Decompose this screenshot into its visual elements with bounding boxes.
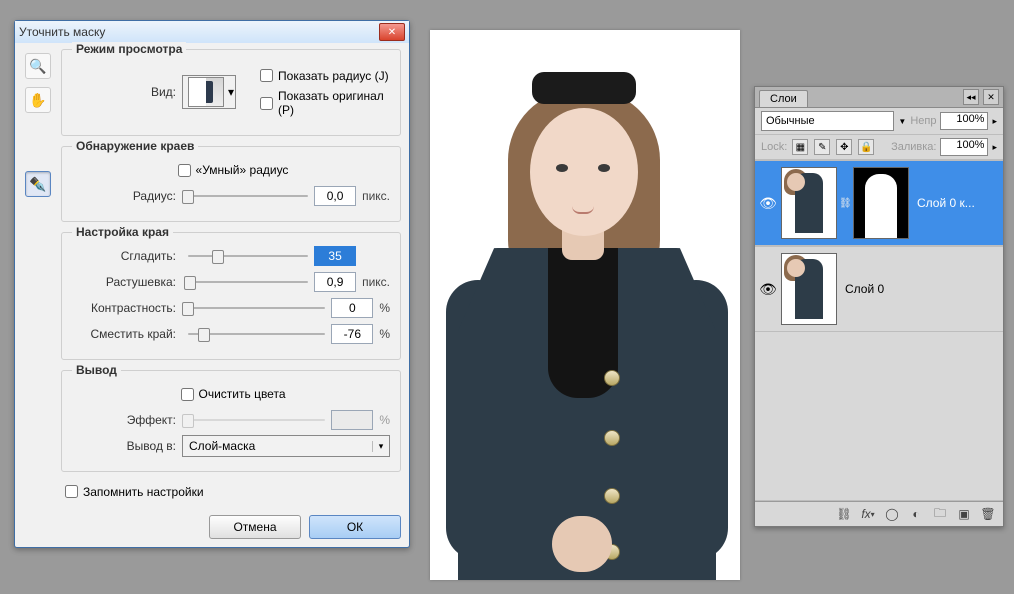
layer-fx-icon[interactable]: fx▾ [859, 506, 877, 522]
dialog-title: Уточнить маску [19, 25, 377, 39]
output-section: Вывод Очистить цвета Эффект: % Вывод в: … [61, 370, 401, 472]
decontaminate-checkbox[interactable] [181, 388, 194, 401]
lock-all-icon[interactable]: 🔒 [858, 139, 874, 155]
radius-slider[interactable] [188, 195, 308, 197]
blend-mode-combo[interactable]: Обычные [761, 111, 894, 131]
output-to-combo[interactable]: Слой-маска ▾ [182, 435, 390, 457]
layer-mask-thumbnail[interactable] [853, 167, 909, 239]
panel-collapse-icon[interactable]: ◂◂ [963, 89, 979, 105]
output-to-label: Вывод в: [72, 439, 182, 453]
feather-label: Растушевка: [72, 275, 182, 289]
edge-detection-legend: Обнаружение краев [72, 139, 198, 153]
layer-name[interactable]: Слой 0 к... [911, 196, 1001, 210]
zoom-tool-icon[interactable]: 🔍 [25, 53, 51, 79]
layer-thumbnail[interactable] [781, 167, 837, 239]
opacity-input[interactable]: 100% [940, 112, 988, 130]
chevron-right-icon[interactable]: ▸ [992, 116, 997, 127]
feather-slider[interactable] [188, 281, 308, 283]
feather-input[interactable] [314, 272, 356, 292]
new-layer-icon[interactable]: ▣ [955, 506, 973, 522]
document-canvas[interactable] [430, 30, 740, 580]
adjustment-layer-icon[interactable]: ◐ [907, 506, 925, 522]
view-label: Вид: [72, 85, 182, 99]
chevron-down-icon: ▼ [898, 117, 906, 126]
delete-layer-icon[interactable]: 🗑 [979, 506, 997, 522]
lock-transparency-icon[interactable]: ▦ [792, 139, 808, 155]
show-radius-checkbox[interactable] [260, 69, 273, 82]
radius-label: Радиус: [72, 189, 182, 203]
smooth-input[interactable] [314, 246, 356, 266]
remember-settings-label: Запомнить настройки [83, 485, 204, 499]
dialog-titlebar[interactable]: Уточнить маску ✕ [15, 21, 409, 43]
view-mode-picker[interactable]: ▾ [182, 75, 236, 109]
panel-tab-strip: Слои ◂◂ ✕ [755, 87, 1003, 108]
layer-list[interactable]: 👁 ⛓ Слой 0 к... 👁 Слой 0 [755, 160, 1003, 501]
adjust-edge-legend: Настройка края [72, 225, 173, 239]
show-original-checkbox[interactable] [260, 97, 273, 110]
view-mode-legend: Режим просмотра [72, 42, 186, 56]
close-icon[interactable]: ✕ [379, 23, 405, 41]
lock-pixels-icon[interactable]: ✎ [814, 139, 830, 155]
hand-tool-icon[interactable]: ✋ [25, 87, 51, 113]
refine-brush-tool-icon[interactable]: ✒️ [25, 171, 51, 197]
lock-position-icon[interactable]: ✥ [836, 139, 852, 155]
smart-radius-label: «Умный» радиус [196, 163, 289, 177]
panel-close-icon[interactable]: ✕ [983, 89, 999, 105]
lock-label: Lock: [761, 141, 787, 153]
link-layers-icon[interactable]: ⛓ [835, 506, 853, 522]
visibility-icon[interactable]: 👁 [757, 195, 779, 212]
ok-button[interactable]: ОК [309, 515, 401, 539]
visibility-icon[interactable]: 👁 [757, 281, 779, 298]
opacity-label: Непр [910, 115, 936, 127]
show-radius-label: Показать радиус (J) [278, 69, 389, 83]
effect-slider [188, 419, 325, 421]
remember-settings-checkbox[interactable] [65, 485, 78, 498]
tab-layers[interactable]: Слои [759, 90, 808, 107]
radius-input[interactable] [314, 186, 356, 206]
view-thumb-icon [188, 77, 224, 107]
shift-edge-unit: % [379, 327, 390, 341]
decontaminate-label: Очистить цвета [199, 387, 286, 401]
view-mode-section: Режим просмотра Вид: ▾ Показать радиус (… [61, 49, 401, 136]
shift-edge-slider[interactable] [188, 333, 325, 335]
blend-mode-value: Обычные [766, 115, 815, 127]
canvas-image [430, 30, 740, 580]
contrast-input[interactable] [331, 298, 373, 318]
layer-row-layer0[interactable]: 👁 Слой 0 [755, 246, 1003, 332]
effect-input [331, 410, 373, 430]
layers-panel-footer: ⛓ fx▾ ◯ ◐ 🗀 ▣ 🗑 [755, 501, 1003, 526]
contrast-slider[interactable] [188, 307, 325, 309]
effect-unit: % [379, 413, 390, 427]
smooth-label: Сгладить: [72, 249, 182, 263]
adjust-edge-section: Настройка края Сгладить: пикс. Растушевк… [61, 232, 401, 360]
feather-unit: пикс. [362, 275, 390, 289]
radius-unit: пикс. [362, 189, 390, 203]
layers-panel: Слои ◂◂ ✕ Обычные ▼ Непр 100% ▸ Lock: ▦ … [754, 86, 1004, 527]
link-mask-icon[interactable]: ⛓ [839, 198, 851, 209]
output-legend: Вывод [72, 363, 121, 377]
chevron-down-icon: ▾ [228, 85, 234, 99]
chevron-down-icon: ▾ [372, 441, 389, 452]
layer-row-layer0-copy[interactable]: 👁 ⛓ Слой 0 к... [755, 160, 1003, 246]
chevron-right-icon[interactable]: ▸ [992, 142, 997, 153]
show-original-label: Показать оригинал (P) [278, 89, 390, 117]
smart-radius-checkbox[interactable] [178, 164, 191, 177]
output-to-value: Слой-маска [183, 439, 372, 453]
effect-label: Эффект: [72, 413, 182, 427]
add-mask-icon[interactable]: ◯ [883, 506, 901, 522]
shift-edge-input[interactable] [331, 324, 373, 344]
cancel-button[interactable]: Отмена [209, 515, 301, 539]
new-group-icon[interactable]: 🗀 [931, 506, 949, 522]
edge-detection-section: Обнаружение краев «Умный» радиус Радиус:… [61, 146, 401, 222]
contrast-unit: % [379, 301, 390, 315]
contrast-label: Контрастность: [72, 301, 182, 315]
smooth-slider[interactable] [188, 255, 308, 257]
fill-label: Заливка: [891, 141, 936, 153]
layer-name[interactable]: Слой 0 [839, 282, 1001, 296]
refine-mask-dialog: Уточнить маску ✕ 🔍 ✋ ✒️ Режим просмотра … [14, 20, 410, 548]
fill-input[interactable]: 100% [940, 138, 988, 156]
shift-edge-label: Сместить край: [72, 327, 182, 341]
layer-thumbnail[interactable] [781, 253, 837, 325]
